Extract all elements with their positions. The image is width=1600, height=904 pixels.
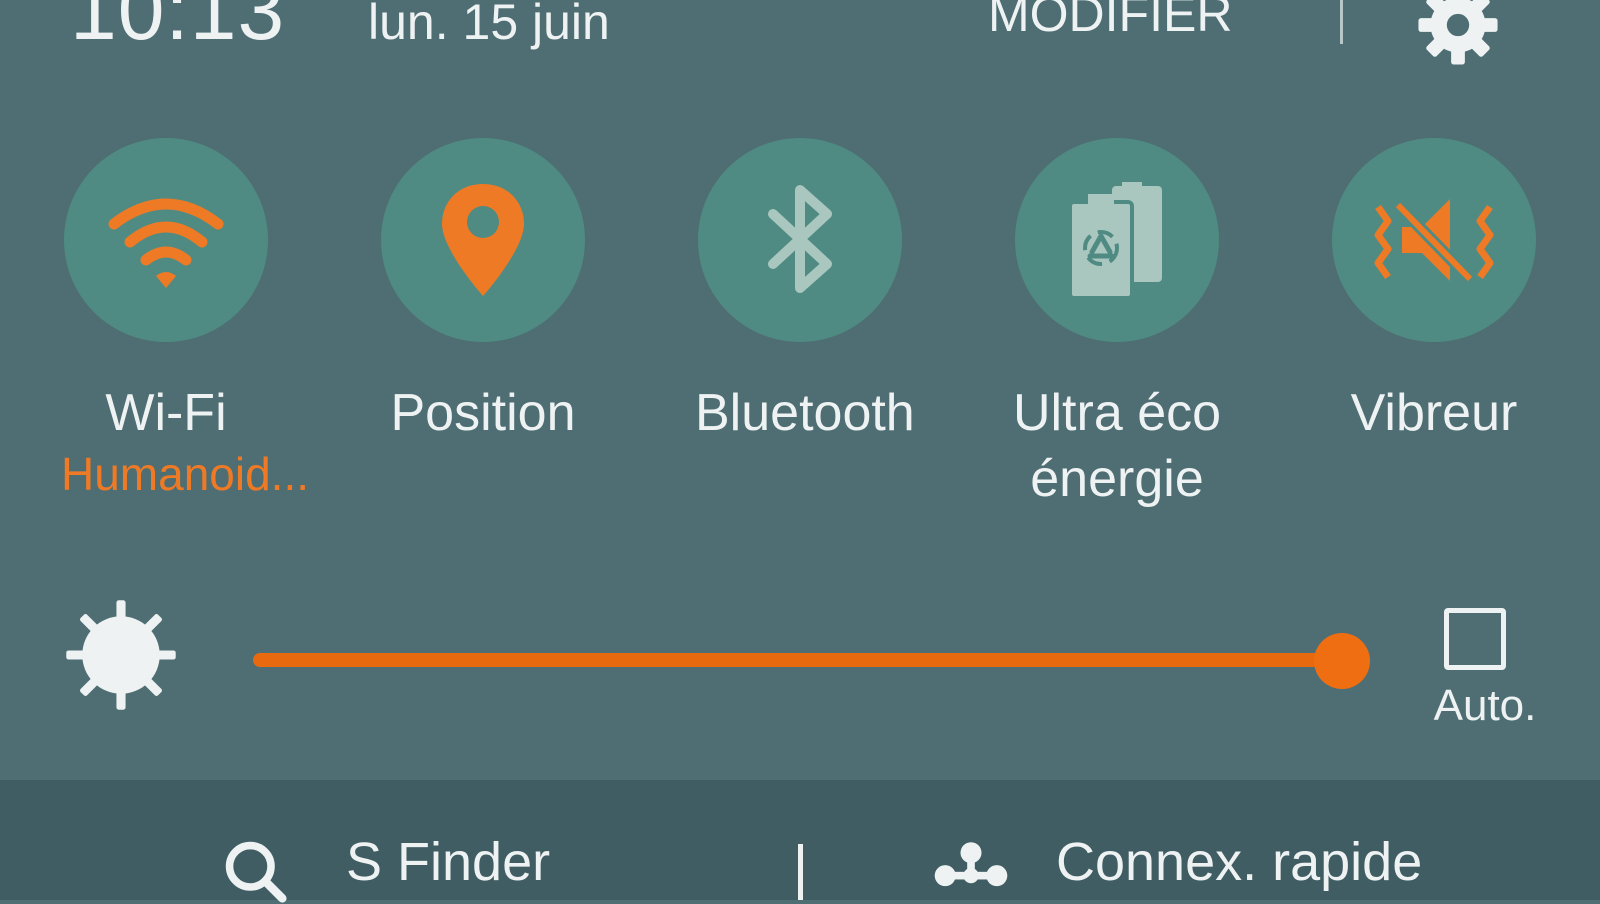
power-saving-label: Ultra éco <box>1012 384 1222 442</box>
power-saving-toggle[interactable]: Ultra éco énergie <box>1012 138 1222 512</box>
location-toggle-button[interactable] <box>381 138 585 342</box>
auto-brightness-checkbox[interactable] <box>1444 608 1506 670</box>
edit-button[interactable]: MODIFIER <box>988 0 1232 42</box>
vibrate-icon <box>1374 199 1494 284</box>
quick-connect-button[interactable]: Connex. rapide <box>1056 830 1422 894</box>
battery-saver-icon <box>1068 182 1162 300</box>
bottom-bar: S Finder Connex. rapide <box>0 780 1600 903</box>
wifi-toggle-button[interactable] <box>64 138 268 342</box>
wifi-label: Wi-Fi <box>105 384 227 442</box>
wifi-toggle[interactable]: Wi-Fi Humanoid... <box>61 138 310 502</box>
wifi-network-name: Humanoid... <box>61 448 310 500</box>
location-label: Position <box>390 384 576 442</box>
bluetooth-label: Bluetooth <box>695 384 915 442</box>
quick-connect-icon[interactable] <box>928 836 1014 900</box>
header-divider <box>1340 0 1343 44</box>
wifi-icon <box>108 198 224 288</box>
power-saving-toggle-button[interactable] <box>1015 138 1219 342</box>
location-pin-icon <box>442 184 524 296</box>
brightness-slider-thumb[interactable] <box>1314 633 1370 689</box>
date: lun. 15 juin <box>368 0 610 50</box>
bluetooth-toggle-button[interactable] <box>698 138 902 342</box>
vibrate-toggle-button[interactable] <box>1332 138 1536 342</box>
bluetooth-icon <box>768 185 832 293</box>
vibrate-toggle[interactable]: Vibreur <box>1329 138 1539 446</box>
brightness-slider-track[interactable] <box>253 653 1343 667</box>
location-toggle[interactable]: Position <box>378 138 588 446</box>
search-icon[interactable] <box>222 838 288 904</box>
brightness-control: Auto. <box>0 590 1600 740</box>
clock: 10:13 <box>70 0 286 57</box>
s-finder-button[interactable]: S Finder <box>346 830 550 894</box>
status-header: 10:13 lun. 15 juin MODIFIER <box>0 0 1600 80</box>
vibrate-label: Vibreur <box>1350 384 1518 442</box>
bottom-divider <box>798 844 803 900</box>
bluetooth-toggle[interactable]: Bluetooth <box>695 138 915 446</box>
auto-brightness-label: Auto. <box>1433 681 1537 730</box>
gear-icon[interactable] <box>1415 0 1501 68</box>
brightness-sun-icon <box>66 600 176 710</box>
power-saving-label-line2: énergie <box>1030 450 1204 508</box>
